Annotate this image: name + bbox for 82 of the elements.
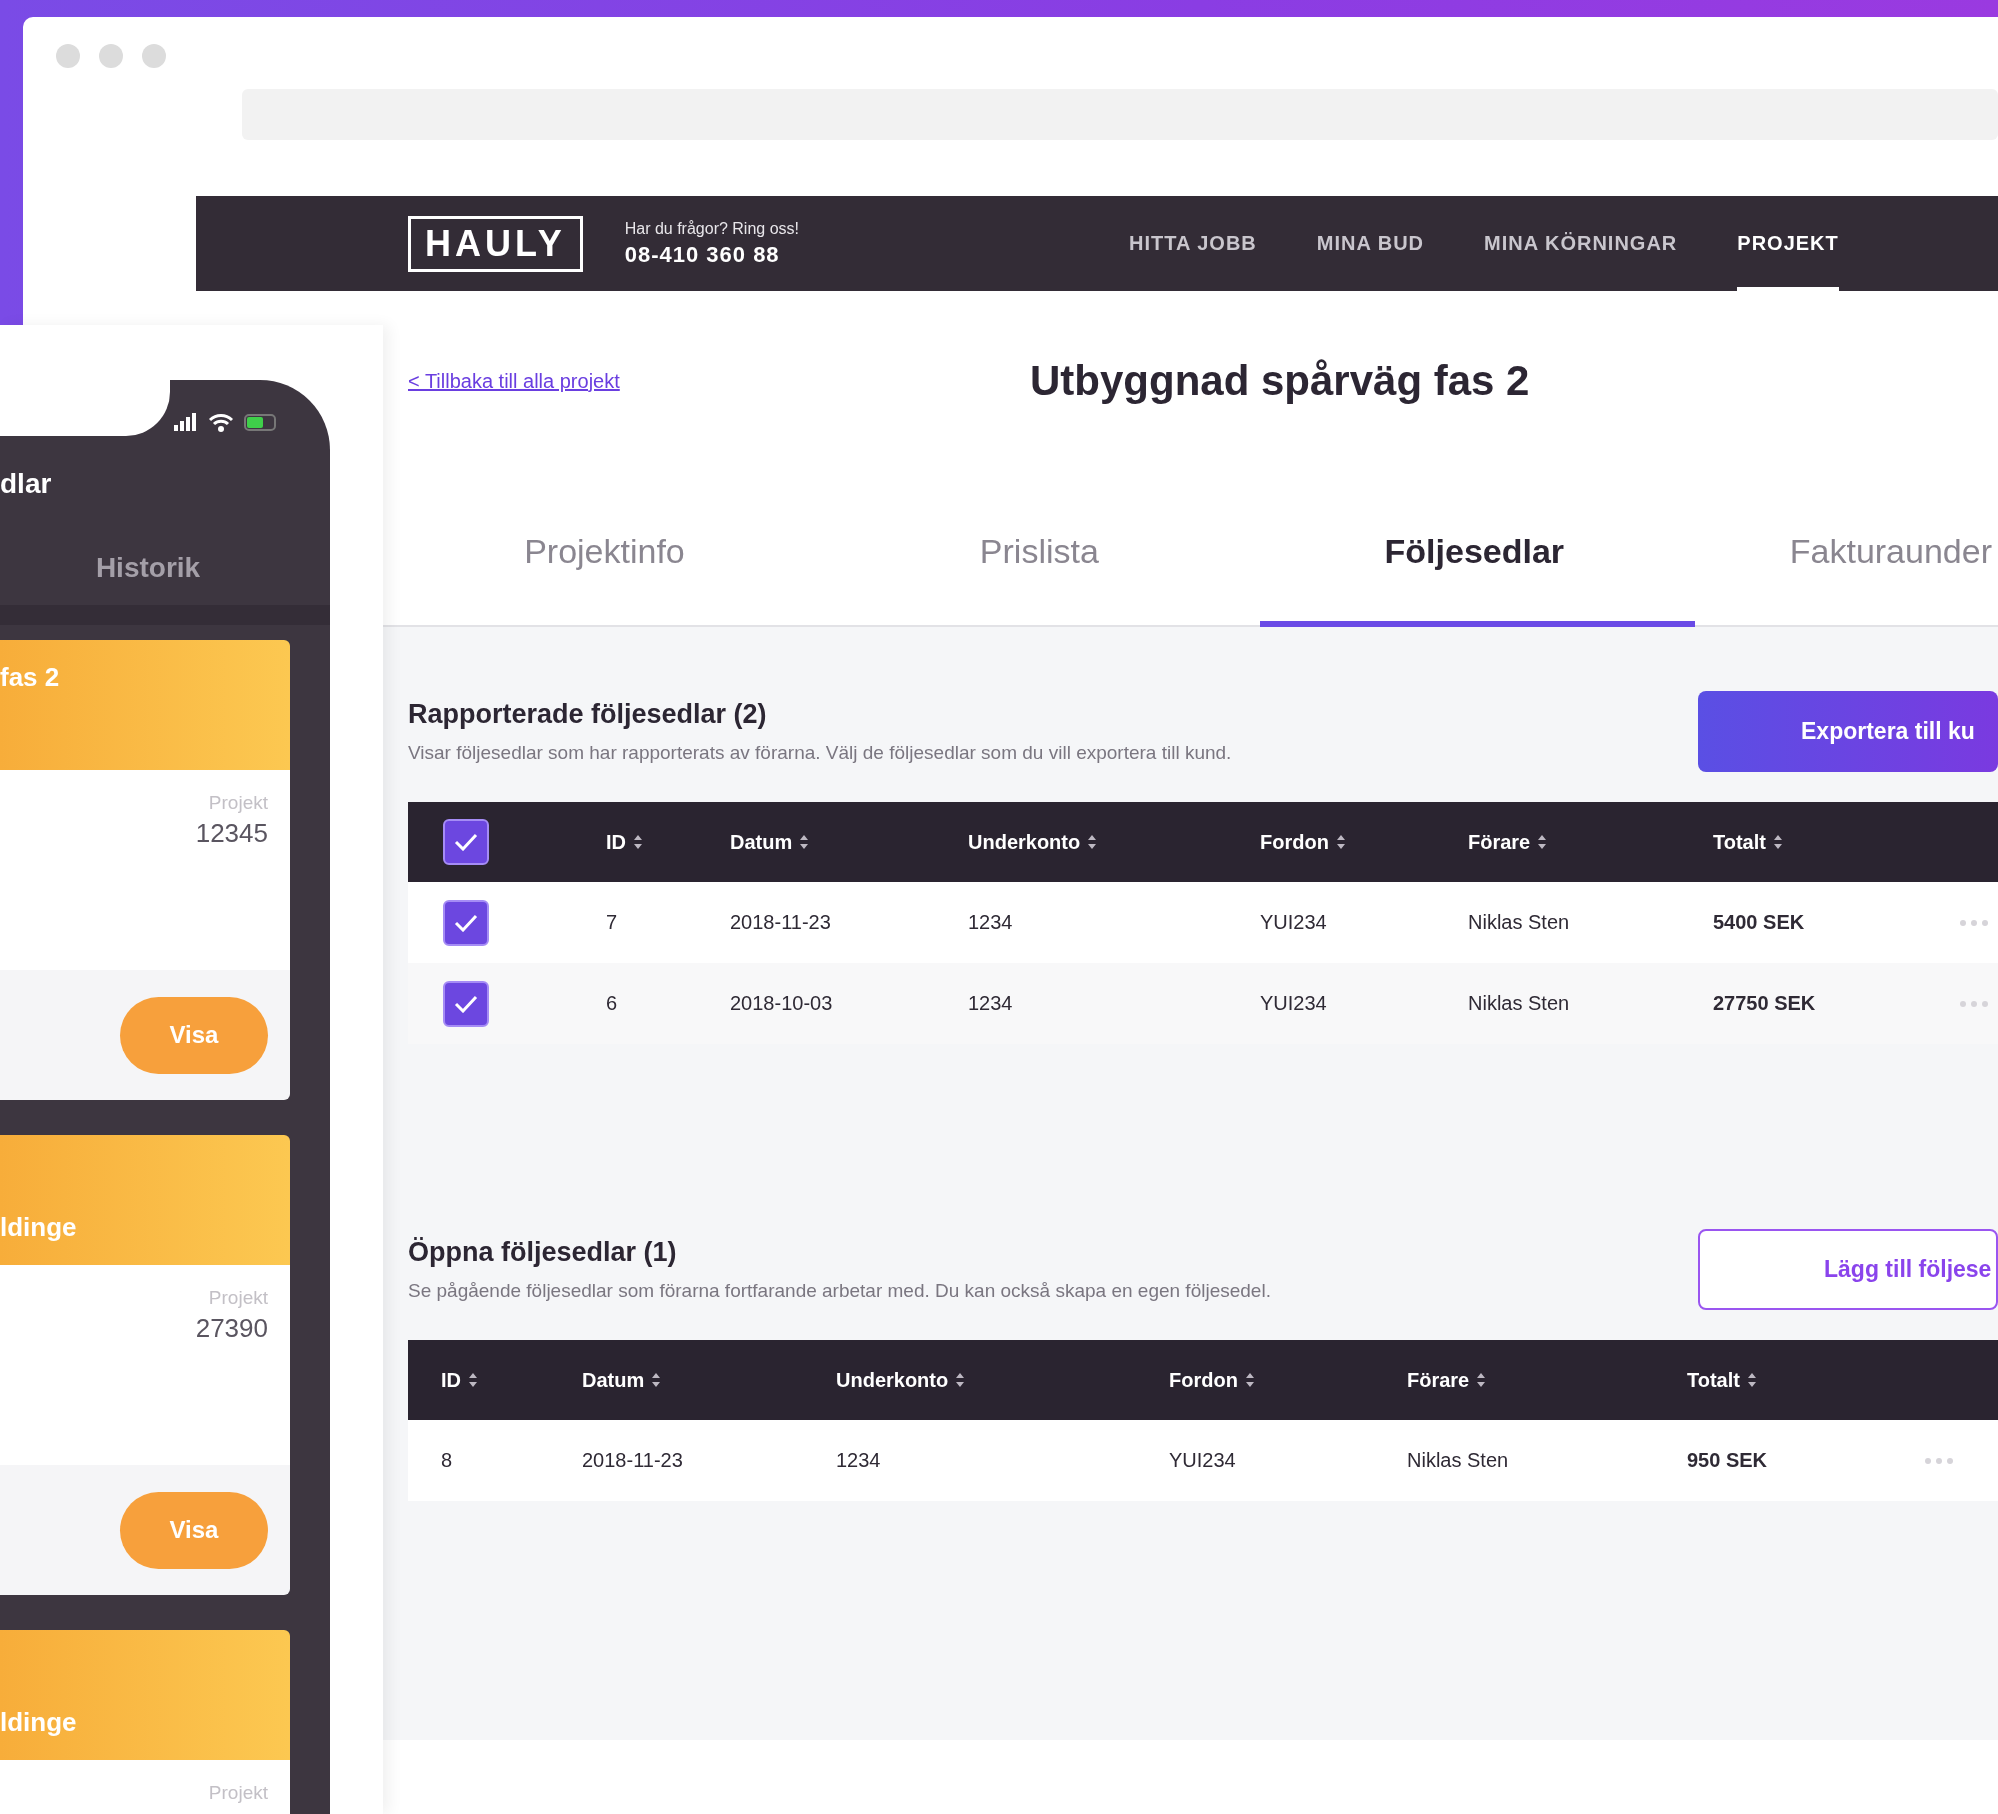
table-cell-text: YUI234 xyxy=(1260,992,1328,1015)
wifi-icon xyxy=(208,412,234,432)
row-checkbox[interactable] xyxy=(443,899,489,946)
table-cell-text: Niklas Sten xyxy=(1468,911,1571,934)
tab[interactable]: Prislista xyxy=(824,477,1260,627)
table-cell-text: 2018-11-23 xyxy=(730,911,832,934)
table-cell-text: 8 xyxy=(441,1449,454,1472)
check-icon xyxy=(454,913,478,932)
logo[interactable]: HAULY xyxy=(408,215,583,272)
window-control-dot[interactable] xyxy=(142,44,166,68)
card-title: ldinge xyxy=(0,1212,77,1243)
sort-icon[interactable] xyxy=(1747,1373,1756,1387)
table-cell-text: 5400 SEK xyxy=(1713,911,1806,934)
back-link[interactable]: < Tillbaka till alla projekt xyxy=(408,369,1030,393)
sort-icon[interactable] xyxy=(652,1373,661,1387)
table-cell-text: 6 xyxy=(606,992,619,1015)
section-description: Se pågående följesedlar som förarna fortfarande arbetar med. Du kan också skapa en egen följesedel. xyxy=(408,1279,1271,1302)
row-checkbox[interactable] xyxy=(443,980,489,1027)
section-heading: Öppna följesedlar (1) xyxy=(408,1236,678,1268)
column-header[interactable]: Fordon xyxy=(1260,830,1468,854)
tab[interactable]: Historik xyxy=(40,530,256,605)
window-control-dot[interactable] xyxy=(56,44,80,68)
contact-prompt: Har du frågor? Ring oss! xyxy=(624,219,799,238)
sort-icon[interactable] xyxy=(1245,1373,1254,1387)
table-cell-text: 7 xyxy=(606,911,619,934)
add-button[interactable]: Lägg till följese xyxy=(1698,1228,1998,1310)
window-control-dot[interactable] xyxy=(99,44,123,68)
sort-icon[interactable] xyxy=(1538,835,1547,849)
nav-link[interactable]: MINA BUD xyxy=(1316,196,1425,291)
table-cell-text: 950 SEK xyxy=(1687,1449,1769,1472)
screen-title: dlar xyxy=(0,468,52,500)
page-title: Utbyggnad spårväg fas 2 xyxy=(1030,357,1530,405)
column-header[interactable]: Underkonto xyxy=(836,1368,1169,1392)
table-cell-text: 1234 xyxy=(968,911,1014,934)
phone-number: 08-410 360 88 xyxy=(624,241,781,268)
table-cell-text: Niklas Sten xyxy=(1407,1449,1510,1472)
sort-icon[interactable] xyxy=(1477,1373,1486,1387)
table-cell-text: YUI234 xyxy=(1169,1449,1237,1472)
sort-icon[interactable] xyxy=(1336,835,1345,849)
project-label: Projekt xyxy=(208,1287,268,1309)
card-title: ldinge xyxy=(0,1707,77,1738)
column-header[interactable]: Datum xyxy=(582,1368,836,1392)
export-button[interactable]: Exportera till ku xyxy=(1698,690,1998,772)
column-header[interactable]: Fordon xyxy=(1169,1368,1407,1392)
card-title: fas 2 xyxy=(0,662,60,693)
column-header[interactable]: Underkonto xyxy=(968,830,1260,854)
sort-icon[interactable] xyxy=(1773,835,1782,849)
battery-icon xyxy=(244,413,276,431)
column-header[interactable]: Förare xyxy=(1468,830,1713,854)
table-cell-text: 2018-11-23 xyxy=(582,1449,684,1472)
project-number: 27390 xyxy=(195,1313,268,1344)
table-cell-text: YUI234 xyxy=(1260,911,1328,934)
table-cell-text: 1234 xyxy=(836,1449,882,1472)
nav-link[interactable]: PROJEKT xyxy=(1737,196,1839,291)
check-icon xyxy=(454,833,478,851)
column-header[interactable]: Totalt xyxy=(1687,1368,1925,1392)
nav-link[interactable]: HITTA JOBB xyxy=(1129,196,1257,291)
column-header[interactable]: Förare xyxy=(1407,1368,1687,1392)
project-label: Projekt xyxy=(208,792,268,814)
table-cell-text: 1234 xyxy=(968,992,1014,1015)
column-header[interactable]: Totalt xyxy=(1713,830,1960,854)
tab[interactable]: Fakturaunder xyxy=(1694,477,1998,627)
table-cell-text: 27750 SEK xyxy=(1713,992,1817,1015)
column-header[interactable]: ID xyxy=(441,1368,582,1392)
sort-icon[interactable] xyxy=(800,835,809,849)
signal-icon xyxy=(174,413,198,431)
section-description: Visar följesedlar som har rapporterats av förarna. Välj de följesedlar som du vill exportera till kund. xyxy=(408,741,1232,764)
sort-icon[interactable] xyxy=(1088,835,1097,849)
column-header[interactable]: ID xyxy=(606,830,730,854)
sort-icon[interactable] xyxy=(956,1373,965,1387)
check-icon xyxy=(454,994,478,1013)
section-heading: Rapporterade följesedlar (2) xyxy=(408,698,768,730)
project-label: Projekt xyxy=(208,1782,268,1804)
project-number: 12345 xyxy=(195,818,268,849)
select-all-checkbox[interactable] xyxy=(443,819,489,865)
sort-icon[interactable] xyxy=(634,835,642,849)
tab[interactable]: Projektinfo xyxy=(390,477,825,627)
column-header[interactable]: Datum xyxy=(730,830,968,854)
sort-icon[interactable] xyxy=(469,1373,477,1387)
table-cell-text: 2018-10-03 xyxy=(730,992,834,1015)
nav-link[interactable]: MINA KÖRNINGAR xyxy=(1484,196,1678,291)
table-cell-text: Niklas Sten xyxy=(1468,992,1571,1015)
